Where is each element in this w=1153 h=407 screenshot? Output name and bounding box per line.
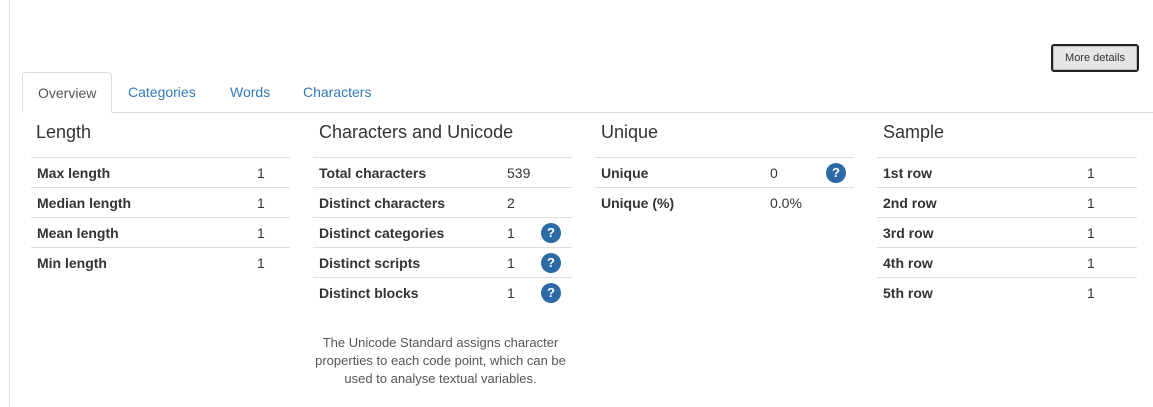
- row-label: 4th row: [877, 247, 1081, 278]
- row-label: Total characters: [313, 157, 501, 188]
- row-value: 1: [501, 277, 535, 308]
- unique-title: Unique: [601, 122, 659, 142]
- characters-unicode-title: Characters and Unicode: [319, 122, 514, 142]
- unicode-note: The Unicode Standard assigns character p…: [315, 334, 566, 386]
- row-label: 2nd row: [877, 187, 1081, 218]
- help-icon[interactable]: ?: [541, 222, 561, 243]
- table-row: 3rd row 1: [877, 217, 1137, 248]
- row-value: 1: [251, 247, 290, 278]
- row-label: Distinct blocks: [313, 277, 501, 308]
- row-label: Distinct categories: [313, 217, 501, 248]
- table-row: 5th row 1: [877, 277, 1137, 308]
- row-label: Min length: [31, 247, 251, 278]
- tab-words[interactable]: Words: [230, 72, 270, 112]
- table-row: Total characters 539: [313, 157, 572, 188]
- row-label: 1st row: [877, 157, 1081, 188]
- table-row: Distinct blocks 1 ?: [313, 277, 572, 308]
- row-value: 1: [251, 217, 290, 248]
- length-table: Max length 1 Median length 1 Mean length…: [31, 157, 290, 278]
- row-value: 1: [1081, 157, 1137, 188]
- row-label: 3rd row: [877, 217, 1081, 248]
- row-label: Distinct scripts: [313, 247, 501, 278]
- tab-categories[interactable]: Categories: [128, 72, 196, 112]
- table-row: Median length 1: [31, 187, 290, 218]
- table-row: 1st row 1: [877, 157, 1137, 188]
- help-icon[interactable]: ?: [541, 282, 561, 303]
- table-row: Max length 1: [31, 157, 290, 188]
- table-row: Mean length 1: [31, 217, 290, 248]
- help-icon[interactable]: ?: [826, 162, 846, 183]
- row-label: Mean length: [31, 217, 251, 248]
- table-row: Unique (%) 0.0%: [595, 187, 854, 218]
- row-label: 5th row: [877, 277, 1081, 308]
- unique-table: Unique 0 ? Unique (%) 0.0%: [595, 157, 854, 218]
- row-value: 1: [1081, 247, 1137, 278]
- row-label: Max length: [31, 157, 251, 188]
- unique-panel: Unique Unique 0 ? Unique (%) 0.0%: [595, 122, 854, 218]
- row-value: 1: [1081, 277, 1137, 308]
- row-value: 1: [1081, 187, 1137, 218]
- table-row: 4th row 1: [877, 247, 1137, 278]
- characters-unicode-table: Total characters 539 Distinct characters…: [313, 157, 572, 308]
- tab-characters[interactable]: Characters: [303, 72, 371, 112]
- more-details-button[interactable]: More details: [1051, 44, 1139, 72]
- help-icon[interactable]: ?: [541, 252, 561, 273]
- row-value: 0.0%: [764, 187, 854, 218]
- row-label: Unique (%): [595, 187, 764, 218]
- row-value: 1: [1081, 217, 1137, 248]
- table-row: Distinct characters 2: [313, 187, 572, 218]
- row-value: 0: [764, 157, 820, 188]
- row-value: 1: [501, 217, 535, 248]
- table-row: Min length 1: [31, 247, 290, 278]
- table-row: 2nd row 1: [877, 187, 1137, 218]
- sample-panel: Sample 1st row 1 2nd row 1 3rd row 1 4th…: [877, 122, 1137, 308]
- row-value: 1: [501, 247, 535, 278]
- length-title: Length: [36, 122, 92, 142]
- tab-overview[interactable]: Overview: [22, 72, 113, 113]
- characters-unicode-panel: Characters and Unicode Total characters …: [313, 122, 572, 388]
- tab-bar: Overview Categories Words Characters: [22, 72, 1153, 113]
- row-value: 1: [251, 187, 290, 218]
- row-label: Median length: [31, 187, 251, 218]
- left-border: [9, 0, 10, 407]
- table-row: Distinct scripts 1 ?: [313, 247, 572, 278]
- row-label: Unique: [595, 157, 764, 188]
- row-value: 1: [251, 157, 290, 188]
- row-value: 2: [501, 187, 572, 218]
- table-row: Distinct categories 1 ?: [313, 217, 572, 248]
- sample-title: Sample: [883, 122, 945, 142]
- table-row: Unique 0 ?: [595, 157, 854, 188]
- row-value: 539: [501, 157, 572, 188]
- length-panel: Length Max length 1 Median length 1 Mean…: [31, 122, 290, 278]
- row-label: Distinct characters: [313, 187, 501, 218]
- sample-table: 1st row 1 2nd row 1 3rd row 1 4th row 1 …: [877, 157, 1137, 308]
